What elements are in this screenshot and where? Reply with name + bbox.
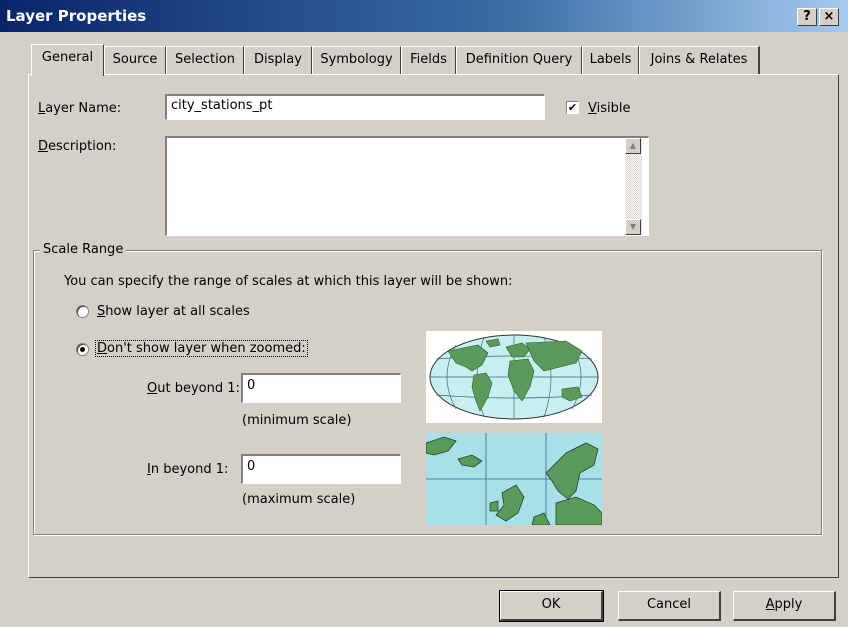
out-beyond-input[interactable]: 0 xyxy=(241,373,401,403)
label-text: escription: xyxy=(48,139,117,154)
visible-checkbox[interactable]: ✔ xyxy=(566,101,579,114)
layer-name-input[interactable]: city_stations_pt xyxy=(165,94,545,120)
label-text: ayer Name: xyxy=(45,101,122,116)
world-map-icon xyxy=(429,334,599,420)
panel-content: Layer Name: city_stations_pt ✔ Visible D… xyxy=(0,0,848,627)
button-text: pply xyxy=(774,597,803,612)
mnemonic: A xyxy=(765,597,775,612)
scroll-down-arrow-icon[interactable]: ▼ xyxy=(625,219,641,235)
world-map-image xyxy=(426,331,602,423)
scroll-up-arrow-icon[interactable]: ▲ xyxy=(625,138,641,154)
label-text: ut beyond 1: xyxy=(157,381,240,396)
cancel-button[interactable]: Cancel xyxy=(618,591,721,621)
mnemonic: D xyxy=(38,139,49,154)
in-beyond-label: In beyond 1: xyxy=(147,462,228,477)
minimum-scale-hint: (minimum scale) xyxy=(242,413,352,428)
mnemonic: V xyxy=(588,101,597,116)
description-scrollbar[interactable]: ▲ ▼ xyxy=(625,138,642,235)
out-beyond-label: Out beyond 1: xyxy=(147,381,240,396)
regional-map-icon xyxy=(426,433,602,525)
label-text: isible xyxy=(596,101,631,116)
dont-show-zoomed-radio[interactable] xyxy=(76,343,89,356)
description-textarea[interactable]: ▲ ▼ xyxy=(165,136,649,236)
apply-button[interactable]: Apply xyxy=(733,591,836,621)
label-text: n beyond 1: xyxy=(150,462,229,477)
label-text: on't show layer when zoomed: xyxy=(107,341,306,356)
scale-range-intro: You can specify the range of scales at w… xyxy=(64,274,513,289)
dont-show-zoomed-label[interactable]: Don't show layer when zoomed: xyxy=(95,340,308,357)
radio-selected-dot xyxy=(80,347,85,352)
ok-button[interactable]: OK xyxy=(499,590,604,622)
scale-range-title: Scale Range xyxy=(40,242,127,257)
show-all-scales-radio[interactable] xyxy=(76,305,89,318)
mnemonic: O xyxy=(147,381,158,396)
label-text: how layer at all scales xyxy=(105,304,250,319)
mnemonic: D xyxy=(97,341,108,356)
regional-map-image xyxy=(426,433,602,525)
visible-label[interactable]: Visible xyxy=(588,101,630,116)
maximum-scale-hint: (maximum scale) xyxy=(242,492,356,507)
show-all-scales-label[interactable]: Show layer at all scales xyxy=(97,304,250,319)
layer-name-label: Layer Name: xyxy=(38,101,121,116)
description-label: Description: xyxy=(38,139,116,154)
in-beyond-input[interactable]: 0 xyxy=(241,454,401,484)
